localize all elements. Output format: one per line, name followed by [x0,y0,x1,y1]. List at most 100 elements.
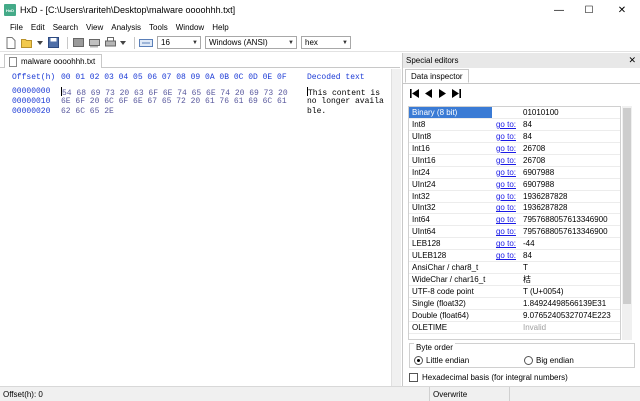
inspector-value[interactable]: T [518,262,620,273]
inspector-row[interactable]: Int24 go to: 6907988 [409,167,620,179]
row-bytes[interactable]: 6E 6F 20 6C 6F 6E 67 65 72 20 61 76 61 6… [61,97,287,106]
inspector-row[interactable]: ULEB128 go to: 84 [409,250,620,263]
goto-link[interactable]: go to: [492,203,518,214]
inspector-value[interactable]: 桔 [518,274,620,285]
hex-basis-option[interactable]: Hexadecimal basis (for integral numbers) [409,373,568,382]
hex-basis-checkbox[interactable] [409,373,418,382]
new-file-icon[interactable] [5,36,17,49]
goto-link[interactable]: go to: [492,191,518,202]
inspector-value[interactable]: 1936287828 [518,191,620,202]
tab-data-inspector[interactable]: Data inspector [405,69,469,83]
print-dropdown-icon[interactable] [120,37,126,49]
inspector-value[interactable]: 7957688057613346900 [518,226,620,237]
charset-select[interactable]: Windows (ANSI) ▼ [205,36,297,49]
inspector-value[interactable]: 84 [518,250,620,261]
display-mode-select[interactable]: hex ▼ [301,36,351,49]
inspector-row[interactable]: Int16 go to: 26708 [409,143,620,155]
goto-empty [492,298,518,309]
hex-vertical-scrollbar[interactable] [391,69,401,386]
tab-divider [403,83,640,84]
inspector-value[interactable]: 26708 [518,143,620,154]
little-endian-radio[interactable] [414,356,423,365]
menu-bar: File Edit Search View Analysis Tools Win… [0,20,640,34]
save-icon[interactable] [47,37,59,49]
inspector-value[interactable]: 84 [518,119,620,130]
inspector-row[interactable]: Int8 go to: 84 [409,119,620,131]
inspector-value[interactable]: 6907988 [518,167,620,178]
goto-link[interactable]: go to: [492,143,518,154]
inspector-value[interactable]: 26708 [518,155,620,166]
inspector-row[interactable]: Binary (8 bit) 01010100 [409,107,620,119]
print-icon[interactable] [104,37,116,49]
inspector-value[interactable]: 9.07652405327074E223 [518,310,620,321]
inspector-row[interactable]: UInt8 go to: 84 [409,131,620,143]
data-inspector-grid: Binary (8 bit) 01010100 Int8 go to: 84 UInt8 g… [408,106,621,340]
minimize-button[interactable]: — [544,0,574,20]
menu-search[interactable]: Search [49,23,82,32]
menu-analysis[interactable]: Analysis [107,23,145,32]
last-icon[interactable] [451,88,461,98]
status-edit-mode[interactable]: Overwrite [430,386,510,401]
inspector-row[interactable]: Int64 go to: 7957688057613346900 [409,214,620,227]
inspector-row[interactable]: UInt16 go to: 26708 [409,155,620,167]
previous-icon[interactable] [423,88,433,98]
goto-link[interactable]: go to: [492,119,518,130]
open-dropdown-icon[interactable] [37,37,43,49]
inspector-value[interactable]: 1.84924498566139E31 [518,298,620,309]
scrollbar-thumb[interactable] [623,108,631,304]
maximize-button[interactable]: ☐ [574,0,604,20]
goto-link[interactable]: go to: [492,250,518,261]
inspector-row[interactable]: AnsiChar / char8_t T [409,262,620,275]
row-bytes[interactable]: 62 6C 65 2E [61,107,114,116]
disk-icon[interactable] [72,37,84,49]
menu-tools[interactable]: Tools [145,23,172,32]
inspector-row[interactable]: OLETIME Invalid [409,322,620,334]
inspector-value[interactable]: 84 [518,131,620,142]
hex-editor[interactable]: Offset(h) 00 01 02 03 04 05 06 07 08 09 … [0,69,390,386]
goto-link[interactable]: go to: [492,179,518,190]
inspector-value[interactable]: Invalid [518,322,620,333]
document-tab[interactable]: malware oooohhh.txt [4,54,103,68]
little-endian-option[interactable]: Little endian [414,356,469,365]
next-icon[interactable] [437,88,447,98]
big-endian-radio[interactable] [524,356,533,365]
inspector-row[interactable]: UInt32 go to: 1936287828 [409,203,620,215]
inspector-row[interactable]: Single (float32) 1.84924498566139E31 [409,298,620,310]
goto-link[interactable]: go to: [492,238,518,249]
menu-file[interactable]: File [6,23,27,32]
goto-link[interactable]: go to: [492,155,518,166]
inspector-type-name: Int16 [412,143,430,153]
inspector-value[interactable]: 1936287828 [518,203,620,214]
inspector-row[interactable]: Double (float64) 9.07652405327074E223 [409,310,620,322]
close-icon[interactable]: ✕ [628,55,636,66]
close-window-button[interactable]: ✕ [604,0,640,20]
inspector-row[interactable]: LEB128 go to: -44 [409,238,620,251]
goto-link[interactable]: go to: [492,214,518,225]
menu-view[interactable]: View [82,23,107,32]
open-folder-icon[interactable] [21,37,33,49]
inspector-row[interactable]: UTF-8 code point T (U+0054) [409,286,620,298]
menu-window[interactable]: Window [172,23,208,32]
inspector-value[interactable]: 7957688057613346900 [518,214,620,225]
ram-icon[interactable] [88,37,100,49]
big-endian-option[interactable]: Big endian [524,356,574,365]
inspector-scrollbar[interactable] [622,106,632,340]
inspector-row[interactable]: Int32 go to: 1936287828 [409,191,620,203]
inspector-type-name: LEB128 [412,239,441,249]
row-decoded-text[interactable]: no longer availa [307,97,384,106]
goto-link[interactable]: go to: [492,131,518,142]
first-icon[interactable] [409,88,419,98]
inspector-value[interactable]: -44 [518,238,620,249]
inspector-row[interactable]: UInt24 go to: 6907988 [409,179,620,191]
menu-edit[interactable]: Edit [27,23,49,32]
inspector-row[interactable]: UInt64 go to: 7957688057613346900 [409,226,620,239]
goto-link[interactable]: go to: [492,226,518,237]
inspector-row[interactable]: WideChar / char16_t 桔 [409,274,620,287]
inspector-value[interactable]: T (U+0054) [518,286,620,297]
goto-link[interactable]: go to: [492,167,518,178]
inspector-value[interactable]: 01010100 [518,107,620,118]
inspector-value[interactable]: 6907988 [518,179,620,190]
menu-help[interactable]: Help [208,23,232,32]
bytes-per-row-select[interactable]: 16 ▼ [157,36,201,49]
row-decoded-text[interactable]: ble. [307,107,326,116]
